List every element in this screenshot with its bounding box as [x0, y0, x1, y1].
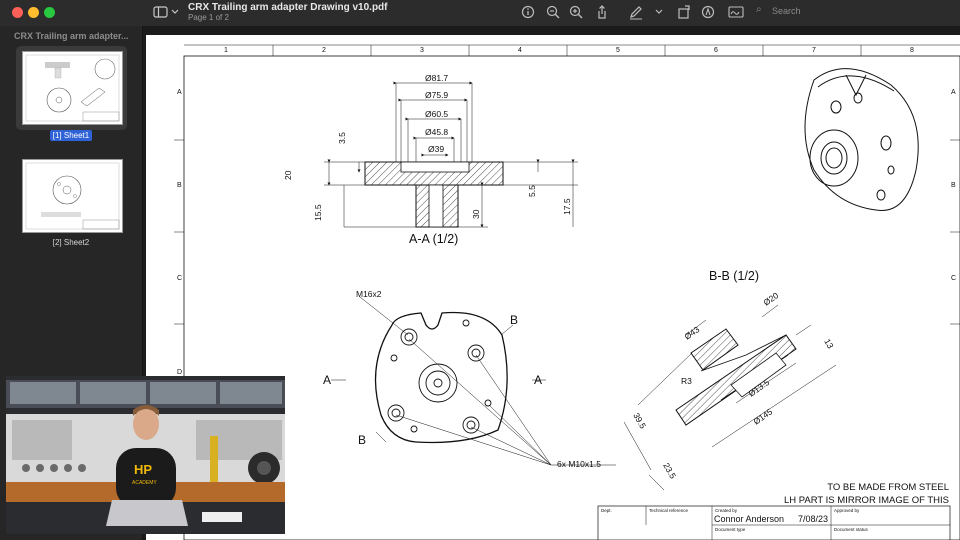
dim-label: Ø60.5: [425, 109, 448, 119]
page-thumbnail-2[interactable]: [16, 154, 127, 238]
zoom-in-icon: [569, 5, 583, 19]
signature-icon: [728, 6, 744, 18]
thumbnail-image: [22, 159, 123, 233]
front-view: M16x2 6x M10x1.5 A A B B: [323, 289, 616, 469]
page-indicator: Page 1 of 2: [188, 13, 229, 22]
note-material: TO BE MADE FROM STEEL: [827, 482, 949, 493]
dim-label: 17.5: [562, 198, 572, 215]
chevron-down-icon: [655, 9, 663, 14]
border-col-label: 3: [420, 47, 424, 54]
cut-plane-label: B: [358, 433, 366, 447]
border-row-label: C: [177, 275, 182, 282]
page-thumbnail-1[interactable]: [16, 46, 127, 130]
minimize-window-button[interactable]: [28, 7, 39, 18]
zoom-window-button[interactable]: [44, 7, 55, 18]
border-col-label: 4: [518, 47, 522, 54]
dim-label: Ø145: [751, 406, 774, 426]
document-title: CRX Trailing arm adapter Drawing v10.pdf: [188, 2, 388, 13]
dim-label: 20: [283, 170, 293, 180]
border-row-label: A: [177, 89, 182, 96]
zoom-out-icon: [546, 5, 560, 19]
pen-icon: [630, 6, 642, 20]
pdf-viewer-window: CRX Trailing arm adapter Drawing v10.pdf…: [0, 0, 960, 540]
section-a-a-title: A-A (1/2): [409, 232, 458, 246]
share-button[interactable]: [594, 4, 610, 20]
search-icon: ⌕: [756, 4, 762, 15]
info-button[interactable]: [520, 4, 536, 20]
created-date: 7/08/23: [798, 514, 828, 524]
dim-label: Ø45.8: [425, 127, 448, 137]
thread-callout: M16x2: [356, 289, 382, 299]
zoom-out-button[interactable]: [545, 4, 561, 20]
border-col-label: 2: [322, 47, 326, 54]
holes-callout: 6x M10x1.5: [557, 459, 601, 469]
markup-button[interactable]: [628, 4, 644, 20]
dim-label: 39.5: [631, 411, 648, 431]
title-block-label: Approved by: [834, 508, 860, 513]
border-col-label: 7: [812, 47, 816, 54]
border-col-label: 8: [910, 47, 914, 54]
rotate-button[interactable]: [676, 4, 692, 20]
dim-label: 15.5: [313, 204, 323, 221]
webcam-overlay: HP ACADEMY: [6, 376, 285, 534]
section-b-b-view: Ø43 Ø20 13 R3 Ø13.5 Ø145 39.5 23.5 B-B (…: [623, 269, 837, 491]
dim-label: Ø81.7: [425, 73, 448, 83]
rotate-icon: [678, 5, 690, 19]
note-mirror: LH PART IS MIRROR IMAGE OF THIS: [784, 495, 949, 506]
border-col-label: 1: [224, 47, 228, 54]
title-block-label: Created by: [715, 508, 738, 513]
sign-button[interactable]: [727, 4, 744, 20]
border-row-label: B: [177, 182, 182, 189]
search-field[interactable]: ⌕ Search: [754, 4, 954, 19]
title-block-label: Document type: [715, 527, 746, 532]
dim-label: 23.5: [661, 461, 678, 481]
thumbnail-image: [22, 51, 123, 125]
border-col-label: 6: [714, 47, 718, 54]
page-thumbnail-label[interactable]: [1] Sheet1: [0, 130, 142, 141]
dim-label: Ø43: [682, 324, 701, 342]
border-row-label: A: [951, 89, 956, 96]
info-icon: [521, 5, 535, 19]
cut-plane-label: A: [534, 373, 542, 387]
created-by-name: Connor Anderson: [714, 514, 784, 524]
title-block-label: Document status: [834, 527, 869, 532]
close-window-button[interactable]: [12, 7, 23, 18]
title-block-label: Dept.: [601, 508, 612, 513]
isometric-view: [804, 68, 919, 211]
section-a-a-view: Ø81.7 Ø75.9 Ø60.5 Ø45.8 Ø39 3.5 20 15.5 …: [283, 73, 578, 246]
page-thumbnail-label[interactable]: [2] Sheet2: [0, 238, 142, 247]
search-placeholder: Search: [772, 6, 801, 16]
shirt-logo-sub: ACADEMY: [132, 480, 157, 486]
dim-label: 13: [822, 337, 836, 350]
border-row-label: D: [177, 369, 182, 376]
sidebar-header: CRX Trailing arm adapter...: [14, 31, 129, 41]
title-bar: CRX Trailing arm adapter Drawing v10.pdf…: [0, 0, 960, 27]
dim-label: Ø75.9: [425, 90, 448, 100]
cut-plane-label: B: [510, 313, 518, 327]
zoom-in-button[interactable]: [568, 4, 584, 20]
section-b-b-title: B-B (1/2): [709, 269, 759, 283]
sidebar-icon: [153, 6, 179, 18]
title-block: Dept. Technical reference Created by App…: [597, 505, 951, 540]
shirt-logo: HP: [134, 462, 152, 477]
highlight-button[interactable]: [700, 4, 716, 20]
dim-label: 30: [471, 209, 481, 219]
cut-plane-label: A: [323, 373, 331, 387]
dim-label: 3.5: [337, 132, 347, 144]
highlight-icon: [701, 5, 715, 19]
border-row-label: B: [951, 182, 956, 189]
border-col-label: 5: [616, 47, 620, 54]
dim-label: Ø39: [428, 144, 444, 154]
border-row-label: C: [951, 275, 956, 282]
dim-label: R3: [681, 376, 692, 386]
sidebar-toggle-button[interactable]: [152, 4, 184, 20]
markup-menu-button[interactable]: [651, 4, 667, 20]
title-block-label: Technical reference: [649, 508, 689, 513]
dim-label: 5.5: [527, 185, 537, 197]
share-icon: [598, 5, 606, 19]
